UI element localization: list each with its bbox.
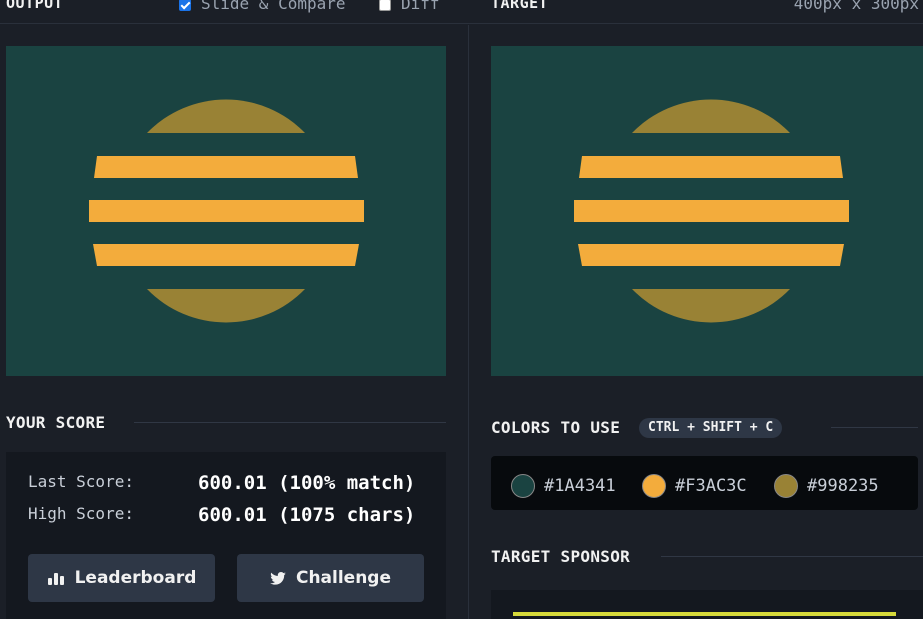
color-swatch[interactable]: #F3AC3C	[642, 474, 747, 498]
target-stripe-3	[578, 244, 844, 266]
sponsor-panel[interactable]	[491, 590, 923, 619]
output-title: OUTPUT	[6, 0, 64, 12]
color-swatch[interactable]: #1A4341	[511, 474, 616, 498]
twitter-icon	[270, 571, 286, 585]
target-stripe-1	[579, 156, 843, 178]
colors-section-rule	[831, 427, 918, 428]
output-bottom-cap	[147, 289, 305, 323]
sponsor-section-title: TARGET SPONSOR	[491, 547, 631, 566]
color-hex: #998235	[807, 476, 879, 496]
target-stripe-2	[574, 200, 849, 222]
target-top-cap	[632, 99, 790, 133]
color-dot	[511, 474, 535, 498]
last-score-value: 600.01 (100% match)	[198, 472, 416, 494]
top-bar: OUTPUT Slide & Compare Diff TARGET 400px…	[0, 0, 923, 24]
sponsor-section-rule	[661, 556, 923, 557]
output-drawing	[89, 99, 364, 323]
bar-chart-icon	[47, 571, 65, 585]
output-stripe-3	[93, 244, 359, 266]
challenge-label: Challenge	[295, 568, 392, 588]
leaderboard-label: Leaderboard	[74, 568, 197, 588]
output-stripe-1	[94, 156, 358, 178]
colors-panel: #1A4341 #F3AC3C #998235	[491, 456, 918, 510]
slide-compare-checkbox[interactable]	[179, 0, 191, 11]
output-stripe-2	[89, 200, 364, 222]
color-dot	[774, 474, 798, 498]
challenge-button[interactable]: Challenge	[237, 554, 424, 602]
slide-compare-toggle[interactable]: Slide & Compare	[179, 0, 346, 13]
panel-divider	[468, 25, 469, 619]
target-drawing	[574, 99, 849, 323]
color-hex: #1A4341	[544, 476, 616, 496]
sponsor-banner	[513, 612, 896, 616]
last-score-label: Last Score:	[28, 472, 134, 491]
diff-checkbox[interactable]	[379, 0, 391, 11]
score-panel: Last Score: 600.01 (100% match) High Sco…	[6, 452, 446, 619]
high-score-label: High Score:	[28, 504, 134, 523]
colors-section-title: COLORS TO USE	[491, 418, 621, 437]
score-section-rule	[134, 422, 446, 423]
output-top-cap	[147, 99, 305, 133]
target-dimensions: 400px x 300px	[793, 0, 919, 13]
score-section-title: YOUR SCORE	[6, 413, 106, 432]
copy-colors-shortcut: CTRL + SHIFT + C	[639, 418, 783, 438]
color-swatch[interactable]: #998235	[774, 474, 879, 498]
output-canvas[interactable]	[6, 46, 446, 376]
target-title: TARGET	[491, 0, 549, 12]
leaderboard-button[interactable]: Leaderboard	[28, 554, 215, 602]
high-score-value: 600.01 (1075 chars)	[198, 504, 416, 526]
target-bottom-cap	[632, 289, 790, 323]
color-dot	[642, 474, 666, 498]
diff-toggle[interactable]: Diff	[379, 0, 440, 13]
target-canvas	[491, 46, 923, 376]
diff-label: Diff	[401, 0, 440, 13]
slide-compare-label: Slide & Compare	[201, 0, 346, 13]
color-hex: #F3AC3C	[675, 476, 747, 496]
